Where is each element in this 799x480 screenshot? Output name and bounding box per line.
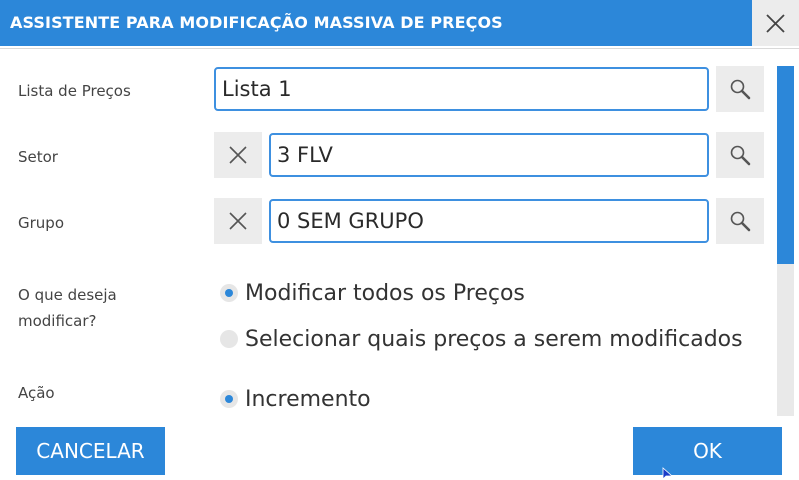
modify-select-radio[interactable] (220, 330, 238, 348)
sector-clear-button[interactable] (214, 132, 262, 178)
price-list-label: Lista de Preços (18, 82, 131, 100)
scrollbar-thumb[interactable] (777, 66, 794, 264)
search-icon (730, 79, 751, 100)
increment-radio[interactable] (220, 390, 238, 408)
group-clear-button[interactable] (214, 198, 262, 244)
close-button[interactable] (752, 0, 799, 46)
group-field[interactable]: 0 SEM GRUPO (269, 199, 709, 243)
action-label: Ação (18, 384, 55, 402)
group-value: 0 SEM GRUPO (277, 209, 424, 233)
search-icon (730, 145, 751, 166)
sector-label: Setor (18, 148, 58, 166)
ok-button[interactable]: OK (633, 427, 782, 475)
clear-icon (229, 212, 247, 230)
price-list-search-button[interactable] (716, 66, 764, 112)
sector-search-button[interactable] (716, 132, 764, 178)
close-icon (766, 14, 785, 33)
price-list-value: Lista 1 (222, 77, 292, 101)
title-bar: ASSISTENTE PARA MODIFICAÇÃO MASSIVA DE P… (0, 0, 752, 46)
group-label: Grupo (18, 214, 64, 232)
clear-icon (229, 146, 247, 164)
window-title: ASSISTENTE PARA MODIFICAÇÃO MASSIVA DE P… (10, 13, 503, 32)
modify-select-label[interactable]: Selecionar quais preços a serem modifica… (245, 327, 743, 352)
modify-all-radio[interactable] (220, 284, 238, 302)
mouse-pointer-icon (662, 467, 674, 480)
cancel-button[interactable]: CANCELAR (16, 427, 165, 475)
sector-field[interactable]: 3 FLV (269, 133, 709, 177)
price-list-field[interactable]: Lista 1 (214, 67, 709, 111)
search-icon (730, 211, 751, 232)
vertical-scrollbar[interactable] (777, 66, 794, 416)
sector-value: 3 FLV (277, 143, 333, 167)
modify-label: O que deseja modificar? (18, 286, 117, 330)
increment-label[interactable]: Incremento (245, 387, 371, 412)
modify-all-label[interactable]: Modificar todos os Preços (245, 281, 525, 306)
form-panel: Lista de Preços Lista 1 Setor 3 FLV Grup… (0, 48, 799, 419)
group-search-button[interactable] (716, 198, 764, 244)
